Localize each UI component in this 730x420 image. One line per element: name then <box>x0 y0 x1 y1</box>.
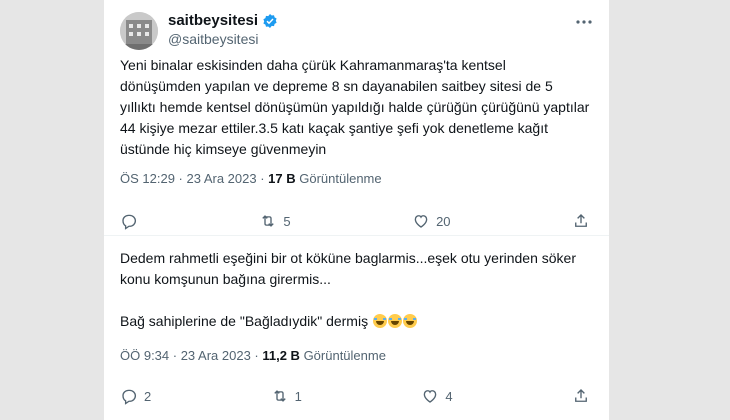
like-count: 20 <box>436 213 451 229</box>
repost-icon <box>262 215 275 227</box>
reply-actions: 2 1 4 <box>120 387 590 405</box>
tweet-text: Yeni binalar eskisinden daha çürük Kahra… <box>120 57 590 157</box>
reply-icon <box>122 389 137 405</box>
avatar[interactable] <box>120 12 158 50</box>
laughing-emoji <box>372 314 387 328</box>
share-icon <box>575 214 587 227</box>
repost-button[interactable]: 1 <box>271 387 302 405</box>
like-icon <box>424 390 437 403</box>
repost-button[interactable]: 5 <box>259 212 291 230</box>
share-button[interactable] <box>572 387 590 405</box>
author-row[interactable]: saitbeysitesi <box>168 12 278 29</box>
share-icon <box>575 389 587 402</box>
laughing-emoji <box>387 314 402 328</box>
like-icon <box>414 215 428 228</box>
reply-views-label: Görüntülenme <box>299 348 386 363</box>
laughing-emoji <box>402 314 417 328</box>
like-button[interactable]: 4 <box>421 387 453 405</box>
tweet-card-original: saitbeysitesi @saitbeysitesi Yeni binala… <box>104 0 609 236</box>
reply-button[interactable] <box>120 212 138 230</box>
reply-meta: ÖÖ 9:34 · 23 Ara 2023 · 11,2 B Görüntüle… <box>120 348 386 363</box>
verified-icon <box>262 13 278 29</box>
tweet-timestamp[interactable]: ÖS 12:29 · 23 Ara 2023 · <box>120 171 268 186</box>
tweet-meta: ÖS 12:29 · 23 Ara 2023 · 17 B Görüntülen… <box>120 171 382 186</box>
repost-count: 1 <box>294 388 302 404</box>
reply-count: 2 <box>144 388 152 404</box>
like-count: 4 <box>445 388 453 404</box>
more-icon[interactable] <box>575 12 593 30</box>
author-handle[interactable]: @saitbeysitesi <box>168 31 258 47</box>
repost-count: 5 <box>283 213 291 229</box>
like-button[interactable]: 20 <box>412 212 451 230</box>
reply-button[interactable]: 2 <box>120 387 151 405</box>
author-name[interactable]: saitbeysitesi <box>168 12 258 29</box>
reply-text-line2-body: Bağ sahiplerine de "Bağladıydik" dermiş <box>120 313 369 329</box>
reply-icon <box>122 214 137 230</box>
reply-views-count: 11,2 B <box>262 348 300 363</box>
tweet-card-reply: Dedem rahmetli eşeğini bir ot köküne bag… <box>104 236 609 420</box>
views-label: Görüntülenme <box>295 171 382 186</box>
reply-timestamp[interactable]: ÖÖ 9:34 · 23 Ara 2023 · <box>120 348 262 363</box>
views-count: 17 B <box>268 171 296 186</box>
share-button[interactable] <box>572 212 590 230</box>
reply-text-line1: Dedem rahmetli eşeğini bir ot köküne bag… <box>120 250 577 287</box>
tweet-actions: 5 20 <box>120 212 590 230</box>
reply-text-line2: Bağ sahiplerine de "Bağladıydik" dermiş <box>120 311 590 332</box>
repost-icon <box>273 390 286 402</box>
